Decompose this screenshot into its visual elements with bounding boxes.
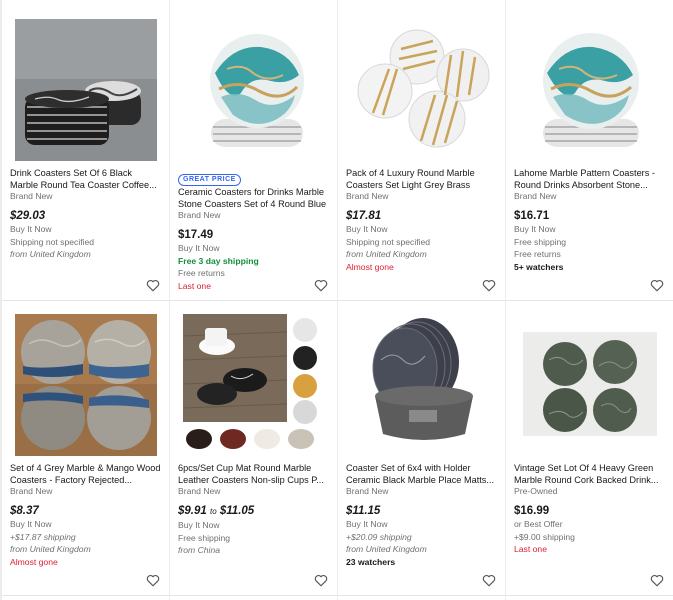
black-marble-coaster-stack-image[interactable] bbox=[10, 18, 161, 162]
leather-coaster-variants-image[interactable] bbox=[178, 313, 329, 457]
buy-format: Buy It Now bbox=[346, 224, 388, 234]
heart-icon[interactable] bbox=[650, 279, 664, 292]
row-spacer bbox=[338, 596, 505, 600]
shipping-info: +$17.87 shipping bbox=[10, 531, 76, 542]
listing-title[interactable]: Drink Coasters Set Of 6 Black Marble Rou… bbox=[10, 168, 161, 191]
listing-title[interactable]: Ceramic Coasters for Drinks Marble Stone… bbox=[178, 187, 329, 210]
row-spacer bbox=[506, 596, 673, 600]
urgency-label: Almost gone bbox=[10, 556, 58, 567]
listing-card[interactable]: Set of 4 Grey Marble & Mango Wood Coaste… bbox=[2, 301, 169, 596]
green-marble-coaster-image[interactable] bbox=[514, 313, 665, 457]
listing-card[interactable]: Lahome Marble Pattern Coasters - Round D… bbox=[506, 6, 673, 301]
listing-price: $11.15 bbox=[346, 505, 381, 517]
search-results-grid: Drink Coasters Set Of 6 Black Marble Rou… bbox=[0, 0, 673, 600]
listing-condition: Brand New bbox=[346, 486, 389, 496]
heart-icon[interactable] bbox=[314, 574, 328, 587]
listing-condition: Brand New bbox=[514, 191, 557, 201]
watchers-count: 23 watchers bbox=[346, 556, 396, 567]
listing-condition: Brand New bbox=[346, 191, 389, 201]
listing-price: $17.81 bbox=[346, 210, 382, 222]
great-price-badge: GREAT PRICE bbox=[178, 174, 241, 186]
buy-format: Buy It Now bbox=[514, 224, 556, 234]
row-spacer bbox=[170, 596, 337, 600]
returns-info: Free returns bbox=[514, 249, 561, 259]
urgency-label: Almost gone bbox=[346, 261, 394, 272]
shipping-info: +$20.09 shipping bbox=[346, 531, 412, 542]
teal-gold-marble-coaster-image[interactable] bbox=[514, 18, 665, 162]
price-range-separator: to bbox=[209, 507, 217, 516]
heart-icon[interactable] bbox=[482, 574, 496, 587]
item-location: from United Kingdom bbox=[346, 249, 427, 259]
listing-title[interactable]: Coaster Set of 6x4 with Holder Ceramic B… bbox=[346, 463, 497, 486]
listing-price-range: $9.91 to $11.05 bbox=[178, 504, 329, 519]
item-location: from United Kingdom bbox=[10, 249, 91, 259]
price-high: $11.05 bbox=[219, 505, 255, 517]
item-location: from United Kingdom bbox=[10, 544, 91, 554]
price-low: $9.91 bbox=[178, 505, 207, 517]
listing-price: $8.37 bbox=[10, 505, 39, 517]
buy-format: or Best Offer bbox=[514, 519, 563, 529]
urgency-label: Last one bbox=[178, 280, 211, 291]
shipping-info: Shipping not specified bbox=[10, 236, 95, 247]
white-marble-brass-coaster-image[interactable] bbox=[346, 18, 497, 162]
buy-format: Buy It Now bbox=[10, 519, 52, 529]
urgency-label: Last one bbox=[514, 544, 547, 554]
listing-condition: Brand New bbox=[10, 486, 53, 496]
listing-price: $16.99 bbox=[514, 505, 550, 517]
shipping-info: Free shipping bbox=[178, 532, 231, 543]
listing-title[interactable]: Vintage Set Lot Of 4 Heavy Green Marble … bbox=[514, 463, 665, 486]
listing-condition: Brand New bbox=[10, 191, 53, 201]
item-location: from United Kingdom bbox=[346, 544, 427, 554]
shipping-info: Free 3 day shipping bbox=[178, 255, 259, 266]
item-location: from China bbox=[178, 545, 221, 555]
listing-price: $29.03 bbox=[10, 210, 46, 222]
heart-icon[interactable] bbox=[650, 574, 664, 587]
row-spacer bbox=[2, 596, 169, 600]
heart-icon[interactable] bbox=[482, 279, 496, 292]
returns-info: Free returns bbox=[178, 268, 225, 278]
listing-card[interactable]: GREAT PRICE Ceramic Coasters for Drinks … bbox=[170, 6, 337, 301]
heart-icon[interactable] bbox=[314, 279, 328, 292]
black-marble-coaster-holder-image[interactable] bbox=[346, 313, 497, 457]
listing-card[interactable]: Coaster Set of 6x4 with Holder Ceramic B… bbox=[338, 301, 505, 596]
buy-format: Buy It Now bbox=[10, 224, 52, 234]
listing-title[interactable]: Lahome Marble Pattern Coasters - Round D… bbox=[514, 168, 665, 191]
listing-title[interactable]: 6pcs/Set Cup Mat Round Marble Leather Co… bbox=[178, 463, 329, 486]
teal-gold-marble-coaster-image[interactable] bbox=[178, 18, 329, 162]
listing-condition: Pre-Owned bbox=[514, 486, 558, 496]
listing-title[interactable]: Set of 4 Grey Marble & Mango Wood Coaste… bbox=[10, 463, 161, 486]
buy-format: Buy It Now bbox=[178, 243, 220, 253]
heart-icon[interactable] bbox=[146, 279, 160, 292]
shipping-info: Free shipping bbox=[514, 236, 567, 247]
listing-price: $16.71 bbox=[514, 210, 550, 222]
listing-card[interactable]: Vintage Set Lot Of 4 Heavy Green Marble … bbox=[506, 301, 673, 596]
marble-mango-wood-coaster-image[interactable] bbox=[10, 313, 161, 457]
listing-price: $17.49 bbox=[178, 229, 214, 241]
watchers-count: 5+ watchers bbox=[514, 261, 564, 272]
shipping-info: Shipping not specified bbox=[346, 236, 431, 247]
listing-card[interactable]: Pack of 4 Luxury Round Marble Coasters S… bbox=[338, 6, 505, 301]
shipping-info: +$9.00 shipping bbox=[514, 531, 575, 542]
listing-card[interactable]: Drink Coasters Set Of 6 Black Marble Rou… bbox=[2, 6, 169, 301]
heart-icon[interactable] bbox=[146, 574, 160, 587]
listing-condition: Brand New bbox=[178, 210, 221, 220]
listing-condition: Brand New bbox=[178, 486, 221, 496]
listing-card[interactable]: 6pcs/Set Cup Mat Round Marble Leather Co… bbox=[170, 301, 337, 596]
buy-format: Buy It Now bbox=[346, 519, 388, 529]
buy-format: Buy It Now bbox=[178, 520, 220, 530]
listing-title[interactable]: Pack of 4 Luxury Round Marble Coasters S… bbox=[346, 168, 497, 191]
